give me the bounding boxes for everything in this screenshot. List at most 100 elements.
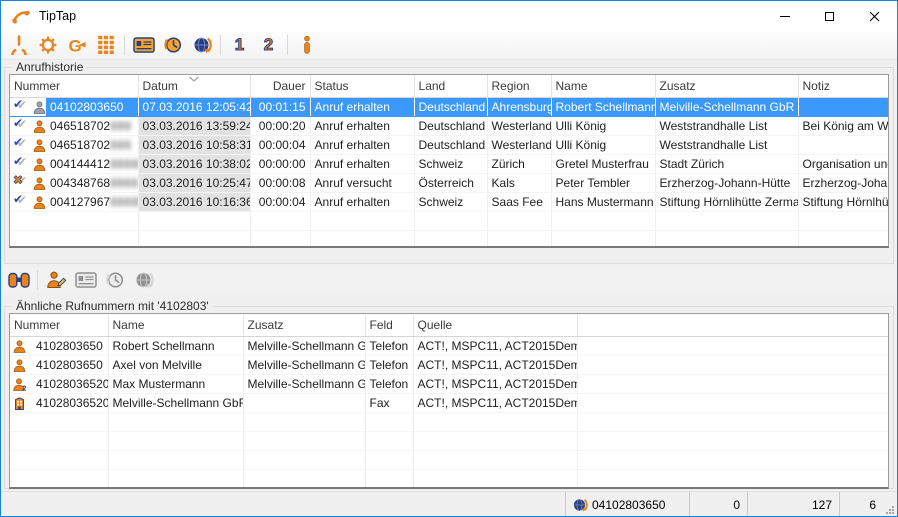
call-history-button[interactable] [158, 33, 187, 58]
cell-dauer[interactable]: 00:00:04 [250, 192, 310, 211]
cell-zusatz[interactable]: Weststrandhalle List [655, 116, 798, 135]
similar-number-row[interactable]: 241028036520Max MustermannMelville-Schel… [10, 374, 888, 393]
cell-datum[interactable]: 03.03.2016 10:58:31 [138, 135, 250, 154]
similar-number-row[interactable]: 4102803650Axel von MelvilleMelville-Sche… [10, 355, 888, 374]
cell-zusatz[interactable]: Melville-Schellmann GbR [243, 374, 365, 393]
row-icons-cell[interactable]: ✔✔ [10, 154, 46, 173]
cell-land[interactable]: Deutschland [414, 97, 487, 116]
cell-region[interactable]: Ahrensburg [487, 97, 551, 116]
cell-region[interactable]: Westerland [487, 135, 551, 154]
col-header-nummer[interactable]: Nummer [10, 75, 138, 97]
cell-feld[interactable]: Fax [365, 393, 413, 412]
cell-land[interactable]: Deutschland [414, 135, 487, 154]
col-header-zusatz[interactable]: Zusatz [243, 314, 365, 336]
cell-nummer[interactable]: 00412796788888 [46, 192, 138, 211]
call-history-row[interactable]: ✔✔0041279678888803.03.2016 10:16:3600:00… [10, 192, 888, 211]
cell-region[interactable]: Kals [487, 173, 551, 192]
cell-land[interactable]: Deutschland [414, 116, 487, 135]
cell-nummer[interactable]: 046518702888 [46, 135, 138, 154]
row-icons-cell[interactable]: ✔✖ [10, 173, 46, 192]
col-header-feld[interactable]: Feld [365, 314, 413, 336]
col-header-region[interactable]: Region [487, 75, 551, 97]
search-binoculars-button[interactable] [4, 268, 33, 293]
cell-status[interactable]: Anruf erhalten [310, 135, 414, 154]
cell-nummer[interactable]: 4102803650 [32, 336, 108, 355]
cell-zusatz[interactable]: Melville-Schellmann GbR [243, 355, 365, 374]
cell-notiz[interactable] [798, 135, 888, 154]
cell-land[interactable]: Schweiz [414, 192, 487, 211]
close-button[interactable] [852, 1, 897, 31]
cell-zusatz[interactable] [243, 393, 365, 412]
cell-status[interactable]: Anruf erhalten [310, 154, 414, 173]
maximize-button[interactable] [807, 1, 852, 31]
col-header-quelle[interactable]: Quelle [413, 314, 577, 336]
col-header-land[interactable]: Land [414, 75, 487, 97]
power-button[interactable] [4, 33, 33, 58]
row-icon-cell[interactable] [10, 355, 32, 374]
cell-datum[interactable]: 03.03.2016 10:25:47 [138, 173, 250, 192]
cell-name[interactable]: Axel von Melville [108, 355, 243, 374]
cell-feld[interactable]: Telefon [365, 336, 413, 355]
cell-nummer[interactable]: 0043487688888 [46, 173, 138, 192]
lookup-globe-button[interactable] [187, 33, 216, 58]
cell-status[interactable]: Anruf erhalten [310, 116, 414, 135]
col-header-notiz[interactable]: Notiz [798, 75, 888, 97]
cell-region[interactable]: Zürich [487, 154, 551, 173]
col-header-status[interactable]: Status [310, 75, 414, 97]
settings-gear-button[interactable] [33, 33, 62, 58]
cell-dauer[interactable]: 00:01:15 [250, 97, 310, 116]
cell-name[interactable]: Hans Mustermann [551, 192, 655, 211]
cell-nummer[interactable]: 4102803650 [32, 355, 108, 374]
call-history-row[interactable]: ✔✔0410280365007.03.2016 12:05:4200:01:15… [10, 97, 888, 116]
cell-zusatz[interactable]: Melville-Schellmann GbR [655, 97, 798, 116]
cell-quelle[interactable]: ACT!, MSPC11, ACT2015Demo [413, 374, 577, 393]
similar-number-row[interactable]: 4102803650Robert SchellmannMelville-Sche… [10, 336, 888, 355]
cell-name[interactable]: Ulli König [551, 116, 655, 135]
cell-nummer[interactable]: 04102803650 [46, 97, 138, 116]
cell-region[interactable]: Westerland [487, 116, 551, 135]
cell-datum[interactable]: 07.03.2016 12:05:42 [138, 97, 250, 116]
cell-notiz[interactable]: Bei König am We... [798, 116, 888, 135]
edit-contact-button[interactable] [42, 268, 71, 293]
cell-land[interactable]: Österreich [414, 173, 487, 192]
col-header-datum[interactable]: Datum [138, 75, 250, 97]
row-icons-cell[interactable]: ✔✔ [10, 135, 46, 154]
row-icons-cell[interactable]: ✔✔ [10, 116, 46, 135]
refresh-g-button[interactable]: G [62, 33, 91, 58]
cell-feld[interactable]: Telefon [365, 374, 413, 393]
cell-zusatz[interactable]: Stiftung Hörnlihütte Zermatt [655, 192, 798, 211]
cell-name[interactable]: Max Mustermann [108, 374, 243, 393]
cell-quelle[interactable]: ACT!, MSPC11, ACT2015Demo [413, 393, 577, 412]
col-header-name[interactable]: Name [108, 314, 243, 336]
cell-nummer[interactable]: 41028036520 [32, 393, 108, 412]
row-icons-cell[interactable]: ✔✔ [10, 97, 46, 116]
cell-zusatz[interactable]: Weststrandhalle List [655, 135, 798, 154]
col-header-name[interactable]: Name [551, 75, 655, 97]
titlebar[interactable]: TipTap [1, 1, 897, 31]
cell-name[interactable]: Gretel Musterfrau [551, 154, 655, 173]
cell-status[interactable]: Anruf erhalten [310, 97, 414, 116]
cell-notiz[interactable]: Stiftung Hörnlhütt... [798, 192, 888, 211]
col-header-dauer[interactable]: Dauer [250, 75, 310, 97]
cell-nummer[interactable]: 046518702888 [46, 116, 138, 135]
call-history-row[interactable]: ✔✖004348768888803.03.2016 10:25:4700:00:… [10, 173, 888, 192]
row-icons-cell[interactable]: ✔✔ [10, 192, 46, 211]
cell-region[interactable]: Saas Fee [487, 192, 551, 211]
line-1-button[interactable]: 1 [225, 33, 254, 58]
cell-name[interactable]: Melville-Schellmann GbR [108, 393, 243, 412]
cell-name[interactable]: Ulli König [551, 135, 655, 154]
col-header-nummer[interactable]: Nummer [10, 314, 108, 336]
cell-name[interactable]: Robert Schellmann [551, 97, 655, 116]
cell-notiz[interactable] [798, 97, 888, 116]
call-history-row[interactable]: ✔✔04651870288803.03.2016 10:58:3100:00:0… [10, 135, 888, 154]
cell-nummer[interactable]: 41028036520 [32, 374, 108, 393]
cell-notiz[interactable]: Erzherzog-Johan... [798, 173, 888, 192]
cell-name[interactable]: Robert Schellmann [108, 336, 243, 355]
cell-notiz[interactable]: Organisation und ... [798, 154, 888, 173]
cell-zusatz[interactable]: Stadt Zürich [655, 154, 798, 173]
cell-quelle[interactable]: ACT!, MSPC11, ACT2015Demo [413, 355, 577, 374]
cell-datum[interactable]: 03.03.2016 10:16:36 [138, 192, 250, 211]
cell-dauer[interactable]: 00:00:00 [250, 154, 310, 173]
minimize-button[interactable] [762, 1, 807, 31]
row-icon-cell[interactable]: 2 [10, 374, 32, 393]
